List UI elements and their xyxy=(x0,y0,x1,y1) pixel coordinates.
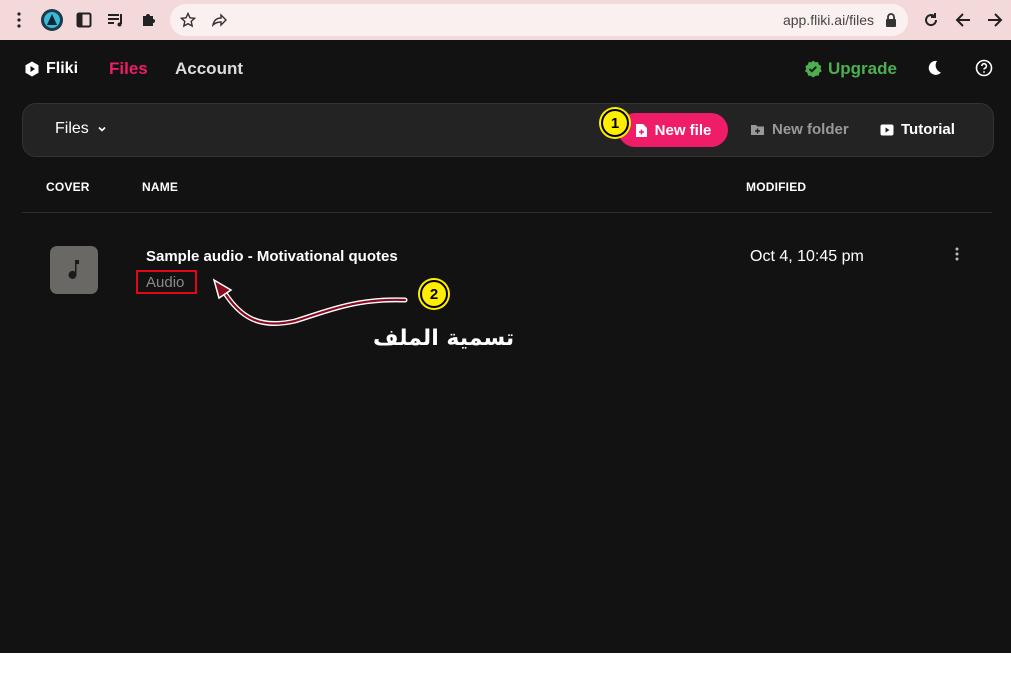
new-file-icon xyxy=(635,123,647,137)
page-bottom-strip xyxy=(0,653,1011,686)
header-divider xyxy=(22,212,992,213)
url-text: app.fliki.ai/files xyxy=(782,12,874,28)
address-bar[interactable]: app.fliki.ai/files xyxy=(170,4,908,36)
browser-toolbar: app.fliki.ai/files xyxy=(0,0,1011,40)
browser-menu-icon[interactable] xyxy=(10,11,28,29)
nav-account[interactable]: Account xyxy=(175,59,243,79)
logo[interactable]: Fliki xyxy=(24,60,78,78)
chevron-down-icon xyxy=(98,126,106,132)
tutorial-button[interactable]: Tutorial xyxy=(880,121,955,138)
file-name[interactable]: Sample audio - Motivational quotes xyxy=(146,248,398,265)
file-type-label: Audio xyxy=(146,274,185,291)
share-icon[interactable] xyxy=(211,11,229,29)
bookmark-star-icon[interactable] xyxy=(179,11,197,29)
video-play-icon xyxy=(880,124,894,135)
folder-select-label: Files xyxy=(55,120,89,137)
new-file-label: New file xyxy=(654,121,712,139)
sidebar-toggle-icon[interactable] xyxy=(75,11,93,29)
back-arrow-icon[interactable] xyxy=(954,11,972,29)
new-folder-icon xyxy=(751,125,764,135)
new-folder-button[interactable]: New folder xyxy=(750,121,849,138)
column-header-modified[interactable]: MODIFIED xyxy=(746,180,806,194)
help-icon[interactable] xyxy=(975,59,993,82)
dark-mode-toggle-icon[interactable] xyxy=(925,59,943,82)
step-1-badge: 1 xyxy=(601,109,629,137)
verified-badge-icon xyxy=(805,60,822,78)
tutorial-label: Tutorial xyxy=(901,121,955,138)
annotation-curved-arrow xyxy=(212,278,408,327)
upgrade-button[interactable]: Upgrade xyxy=(804,59,897,79)
nav-files[interactable]: Files xyxy=(109,59,148,79)
new-file-button[interactable]: New file xyxy=(618,113,728,147)
step-2-badge: 2 xyxy=(420,280,448,308)
fliki-logo-icon xyxy=(25,61,39,77)
files-toolbar: Files New file New folder Tutorial xyxy=(22,103,994,157)
app-container: Fliki Files Account Upgrade Files New fi… xyxy=(0,40,1011,653)
lock-icon[interactable] xyxy=(882,11,900,29)
annotation-caption: تسمية الملف xyxy=(373,326,515,351)
reading-list-icon[interactable] xyxy=(107,11,125,29)
upgrade-label: Upgrade xyxy=(828,59,897,78)
file-modified-date: Oct 4, 10:45 pm xyxy=(750,248,864,265)
new-folder-label: New folder xyxy=(772,121,849,138)
logo-text: Fliki xyxy=(46,60,79,77)
reload-icon[interactable] xyxy=(922,11,940,29)
column-header-name[interactable]: NAME xyxy=(142,180,178,194)
folder-select[interactable]: Files xyxy=(55,120,107,138)
file-cover-thumbnail[interactable] xyxy=(50,246,98,294)
extensions-icon[interactable] xyxy=(139,11,157,29)
row-more-options-icon[interactable] xyxy=(955,247,959,266)
music-note-icon xyxy=(68,260,79,279)
profile-avatar-icon[interactable] xyxy=(40,8,64,32)
column-header-cover[interactable]: COVER xyxy=(46,180,90,194)
forward-arrow-icon[interactable] xyxy=(986,11,1004,29)
